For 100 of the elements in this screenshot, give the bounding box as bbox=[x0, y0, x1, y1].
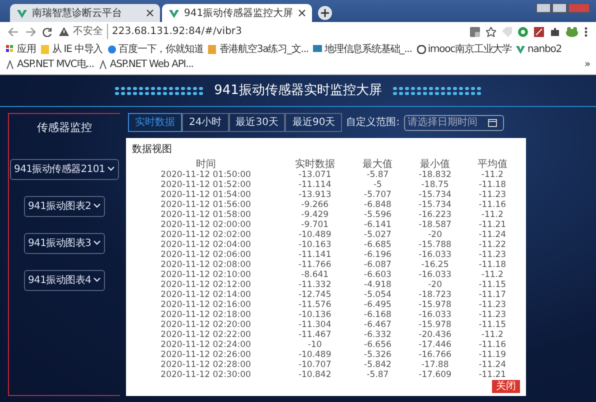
sensor-dropdown[interactable]: 941振动图表2 bbox=[24, 196, 106, 216]
table-cell-text: 2020-11-12 02:18:00 bbox=[160, 310, 252, 320]
table-cell-text: -11.22 bbox=[478, 240, 508, 250]
bookmark-link[interactable]: nanbo2 bbox=[516, 42, 562, 57]
back-icon[interactable] bbox=[8, 26, 19, 36]
table-cell-text: -11.19 bbox=[478, 350, 508, 360]
menu-icon[interactable] bbox=[584, 26, 588, 36]
table-cell-text: 2020-11-12 01:52:00 bbox=[160, 180, 252, 190]
sidebar-title: 传感器监控 bbox=[37, 120, 92, 136]
table-cell-text: -5.054 bbox=[363, 290, 392, 300]
bookmark-link[interactable]: imooc南京工业大学 bbox=[416, 42, 512, 57]
table-cell-text: -6.168 bbox=[363, 310, 392, 320]
table-cell-text: 2020-11-12 01:54:00 bbox=[160, 190, 252, 200]
star-icon[interactable] bbox=[486, 26, 496, 36]
range-tab[interactable]: 最近90天 bbox=[285, 113, 342, 132]
table-cell-text: -16.033 bbox=[418, 310, 452, 320]
table-cell-text: -17.446 bbox=[418, 340, 452, 350]
table-cell-text: -9.429 bbox=[300, 210, 330, 220]
table-cell-text: -6.332 bbox=[363, 330, 392, 340]
chevron-icon bbox=[93, 240, 102, 246]
bookmark-link[interactable]: 从 IE 中导入 bbox=[40, 42, 103, 57]
table-cell-text: 2020-11-12 02:02:00 bbox=[160, 230, 252, 240]
table-cell-text: 2020-11-12 02:12:00 bbox=[160, 280, 252, 290]
puzzle-icon[interactable] bbox=[550, 26, 560, 36]
bookmark-link[interactable]: ASP.NET MVC电... bbox=[6, 57, 94, 72]
table-cell-text: -10.489 bbox=[297, 350, 332, 360]
table-cell-text: -11.141 bbox=[297, 250, 332, 260]
table-cell-text: 2020-11-12 01:58:00 bbox=[160, 210, 252, 220]
table-cell-text: 2020-11-12 02:08:00 bbox=[160, 260, 252, 270]
table-cell-text: -11.23 bbox=[478, 300, 508, 310]
minimize-button[interactable] bbox=[536, 3, 551, 13]
table-cell-text: 2020-11-12 02:20:00 bbox=[160, 320, 252, 330]
table-cell-text: -16.25 bbox=[420, 260, 450, 270]
table-cell-text: -11.576 bbox=[297, 300, 332, 310]
bookmark-link[interactable]: 百度一下，你就知道 bbox=[108, 42, 204, 57]
new-tab-button[interactable] bbox=[318, 6, 332, 20]
table-cell-text: -11.332 bbox=[297, 280, 332, 290]
table-cell-text: 2020-11-12 02:00:00 bbox=[160, 220, 252, 230]
sensor-dropdown[interactable]: 941振动传感器2101 bbox=[10, 158, 119, 180]
browser-tab[interactable]: 南瑞智慧诊断云平台 bbox=[10, 4, 160, 22]
page-title: 941振动传感器实时监控大屏 bbox=[214, 82, 382, 100]
table-cell-text: -11.2 bbox=[480, 170, 504, 180]
table-cell-text: -20.436 bbox=[418, 330, 452, 340]
chevron-icon bbox=[93, 203, 102, 209]
table-cell-text: -18.832 bbox=[418, 170, 452, 180]
frog-icon[interactable] bbox=[566, 26, 578, 36]
maximize-button[interactable] bbox=[552, 3, 567, 13]
table-cell-text: -11.18 bbox=[478, 180, 508, 190]
table-cell-text: -6.141 bbox=[363, 220, 392, 230]
table-cell-text: -15.978 bbox=[418, 320, 452, 330]
table-cell-text: -10.489 bbox=[297, 230, 332, 240]
table-cell-text: -18.587 bbox=[418, 220, 452, 230]
column-header: 最大值 bbox=[362, 159, 394, 170]
table-cell-text: -6.603 bbox=[363, 270, 392, 280]
table-cell-text: 2020-11-12 02:22:00 bbox=[160, 330, 252, 340]
bookmark-link[interactable]: 应用 bbox=[6, 42, 36, 57]
table-cell-text: -6.467 bbox=[363, 320, 392, 330]
table-cell-text: -16.033 bbox=[418, 270, 452, 280]
reload-icon[interactable] bbox=[42, 26, 53, 36]
warning-icon bbox=[59, 27, 69, 36]
extension-icon[interactable] bbox=[534, 26, 544, 36]
table-cell-text: -10.163 bbox=[297, 240, 332, 250]
table-cell-text: -11.18 bbox=[478, 260, 508, 270]
plus-icon bbox=[321, 9, 329, 17]
logo-icon bbox=[16, 8, 28, 18]
table-cell-text: -11.2 bbox=[480, 270, 504, 280]
table-cell-text: 2020-11-12 02:16:00 bbox=[160, 300, 252, 310]
table-cell-text: -6.656 bbox=[363, 340, 392, 350]
bookmark-link[interactable]: 地理信息系统基础_... bbox=[313, 42, 412, 57]
bookmark-link[interactable]: ASP.NET Web API... bbox=[98, 57, 194, 72]
url-text: 223.68.131.92:84/#/vibr3 bbox=[112, 25, 242, 39]
range-tab[interactable]: 最近30天 bbox=[228, 113, 286, 132]
table-cell-text: -16.033 bbox=[418, 250, 452, 260]
close-button[interactable]: 关闭 bbox=[492, 380, 520, 393]
table-cell-text: -11.2 bbox=[480, 210, 504, 220]
table-cell-text: -12.745 bbox=[297, 290, 332, 300]
range-tab[interactable]: 24小时 bbox=[182, 113, 229, 132]
table-cell-text: -5.842 bbox=[363, 360, 392, 370]
table-cell-text: -6.495 bbox=[363, 300, 392, 310]
table-cell-text: -17.609 bbox=[418, 370, 452, 380]
table-cell-text: -11.2 bbox=[480, 330, 504, 340]
sensor-dropdown[interactable]: 941振动图表3 bbox=[24, 232, 106, 254]
translate-icon[interactable] bbox=[470, 26, 480, 36]
forward-icon[interactable] bbox=[25, 26, 36, 36]
column-header: 平均值 bbox=[476, 159, 508, 170]
close-icon[interactable] bbox=[146, 9, 154, 17]
date-field[interactable]: 请选择日期时间 bbox=[404, 114, 504, 130]
sensor-dropdown[interactable]: 941振动图表4 bbox=[24, 270, 106, 290]
chevron-icon bbox=[93, 277, 102, 283]
browser-tab[interactable]: 941振动传感器监控大屏 bbox=[162, 4, 312, 22]
table-cell-text: -11.16 bbox=[478, 340, 508, 350]
range-tab[interactable]: 实时数据 bbox=[128, 113, 182, 132]
table-cell-text: -9.266 bbox=[300, 200, 330, 210]
table-cell-text: -11.114 bbox=[297, 180, 332, 190]
bookmark-link[interactable]: 香港航空3a练习_文... bbox=[208, 42, 308, 57]
table-cell-text: -11.21 bbox=[478, 220, 508, 230]
close-icon[interactable] bbox=[298, 9, 306, 17]
extension-icon[interactable] bbox=[518, 26, 528, 36]
more-bookmarks-button[interactable]: » bbox=[584, 57, 590, 72]
table-cell-text: -5.87 bbox=[366, 170, 390, 180]
